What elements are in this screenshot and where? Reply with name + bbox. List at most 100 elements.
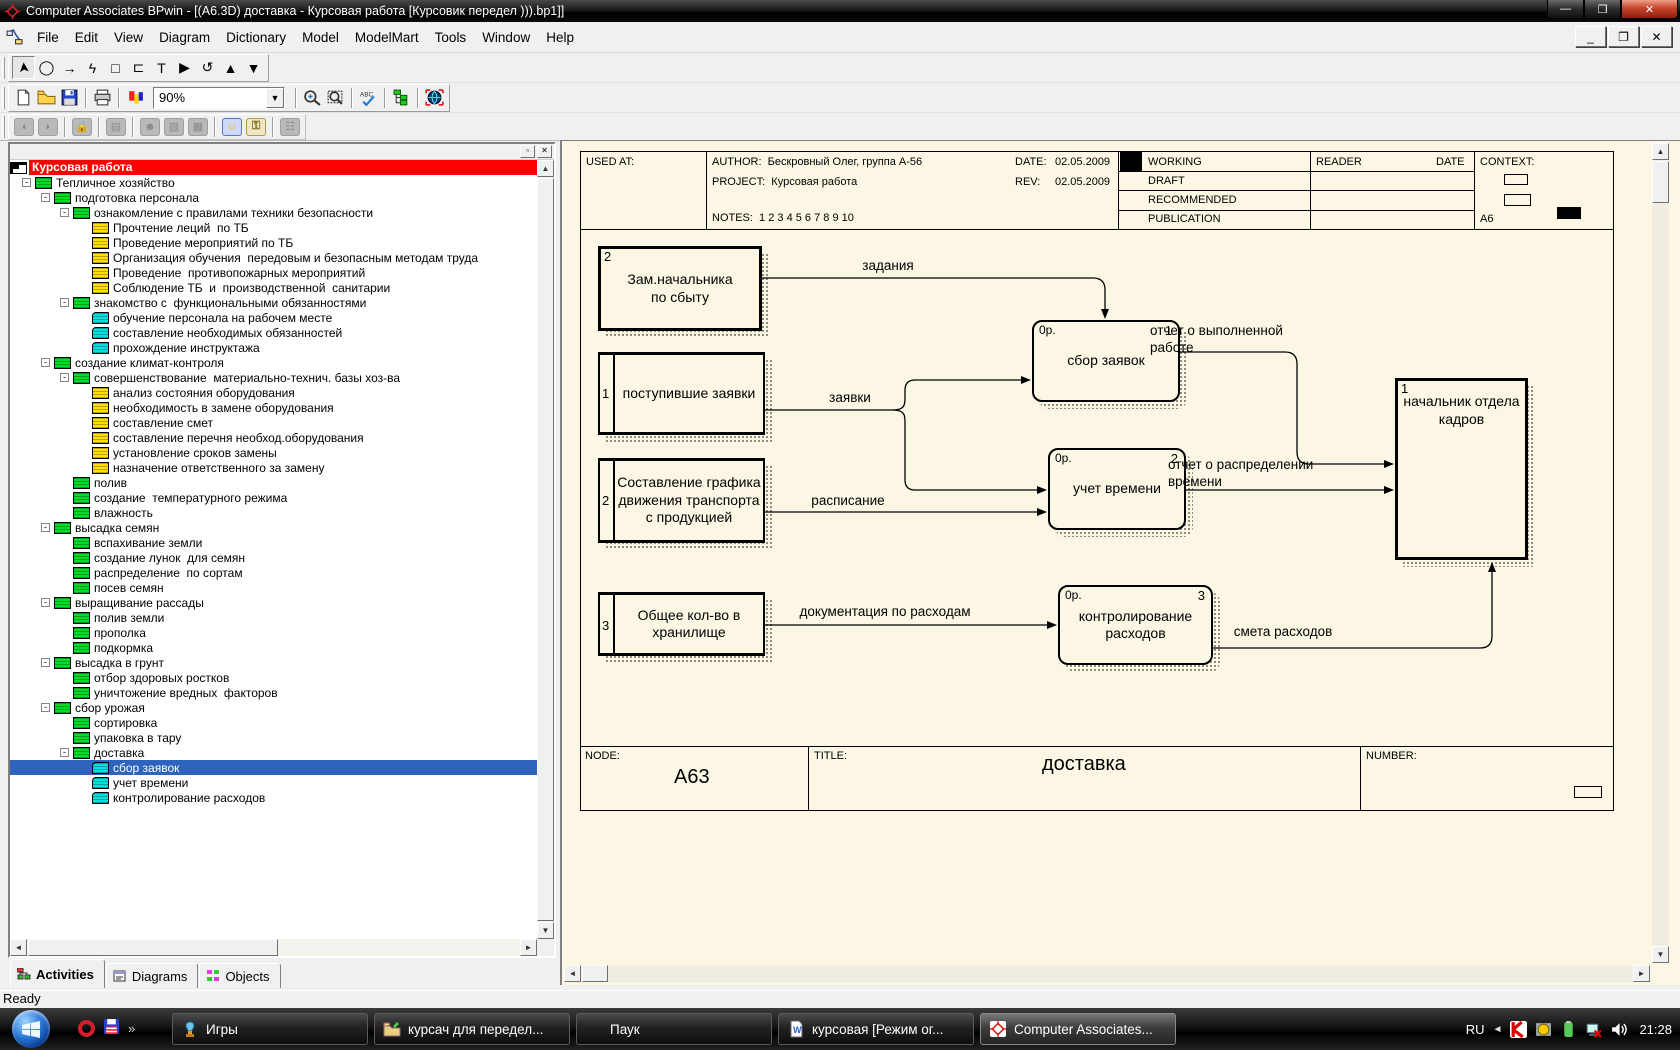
menu-file[interactable]: File bbox=[29, 27, 67, 48]
taskbar-button-1[interactable]: Игры bbox=[172, 1013, 368, 1045]
tree-item[interactable]: составление смет bbox=[10, 415, 537, 430]
tree-item[interactable]: -высадка в грунт bbox=[10, 655, 537, 670]
mart-user-icon[interactable]: ☺ bbox=[222, 118, 242, 136]
arrow-label-zayavki-main[interactable]: заявки bbox=[829, 389, 871, 406]
diagram-box-sostavlenie-grafika[interactable]: 2Составление графика движения транспорта… bbox=[598, 458, 765, 543]
diagram-box-zam-nachalnika[interactable]: 2Зам.начальника по сбыту bbox=[598, 246, 762, 331]
users-icon[interactable]: ☷ bbox=[280, 118, 300, 136]
tree-item[interactable]: -высадка семян bbox=[10, 520, 537, 535]
tree-item[interactable]: -сбор урожая bbox=[10, 700, 537, 715]
collapse-expander-icon[interactable]: - bbox=[41, 658, 50, 667]
tree-item[interactable]: контролирование расходов bbox=[10, 790, 537, 805]
tree-item[interactable]: учет времени bbox=[10, 775, 537, 790]
taskbar-button-3[interactable]: Паук bbox=[576, 1013, 772, 1045]
collapse-expander-icon[interactable]: - bbox=[60, 748, 69, 757]
tree-item[interactable]: -ознакомление с правилами техники безопа… bbox=[10, 205, 537, 220]
zoom-in-button[interactable] bbox=[301, 86, 324, 109]
scroll-left-icon[interactable]: ◄ bbox=[564, 965, 581, 982]
save-button[interactable] bbox=[58, 86, 81, 109]
toolbar-grip[interactable] bbox=[2, 87, 5, 109]
menu-help[interactable]: Help bbox=[538, 27, 582, 48]
tree-item[interactable]: Организация обучения передовым и безопас… bbox=[10, 250, 537, 265]
diagram-box-obshchee-kolvo[interactable]: 3Общее кол-во в хранилище bbox=[598, 592, 765, 656]
menu-dictionary[interactable]: Dictionary bbox=[218, 27, 294, 48]
tree-horizontal-scrollbar[interactable]: ◄ ► bbox=[10, 939, 537, 956]
floppy-launch-icon[interactable] bbox=[103, 1018, 120, 1038]
clock[interactable]: 21:28 bbox=[1639, 1022, 1672, 1037]
collapse-expander-icon[interactable]: - bbox=[41, 358, 50, 367]
collapse-expander-icon[interactable]: - bbox=[41, 193, 50, 202]
taskbar-button-2[interactable]: курсач для передел... bbox=[374, 1013, 570, 1045]
tree-item[interactable]: анализ состояния оборудования bbox=[10, 385, 537, 400]
tree-item[interactable]: Прочтение леций по ТБ bbox=[10, 220, 537, 235]
tree-item[interactable]: распределение по сортам bbox=[10, 565, 537, 580]
start-button[interactable] bbox=[12, 1010, 50, 1048]
properties-icon[interactable]: ▤ bbox=[106, 118, 126, 136]
scroll-left-icon[interactable]: ◄ bbox=[10, 939, 27, 956]
tree-item[interactable]: упаковка в тару bbox=[10, 730, 537, 745]
web-publish-button[interactable] bbox=[423, 86, 446, 109]
mdi-close-button[interactable]: ✕ bbox=[1641, 26, 1672, 47]
close-button[interactable]: ✕ bbox=[1621, 0, 1678, 19]
arrow-label-smeta[interactable]: смета расходов bbox=[1234, 623, 1333, 640]
arrow-label-otchet-rabota[interactable]: отчет о выполненной работе bbox=[1150, 322, 1283, 357]
tree-item[interactable]: создание лунок для семян bbox=[10, 550, 537, 565]
user-icon[interactable]: ☻ bbox=[140, 118, 160, 136]
opera-icon[interactable] bbox=[78, 1020, 95, 1037]
tree-item[interactable]: -создание климат-контроля bbox=[10, 355, 537, 370]
antivirus-tray-icon[interactable] bbox=[1510, 1021, 1527, 1038]
zoom-area-button[interactable] bbox=[324, 86, 347, 109]
arrow-tool[interactable]: → bbox=[58, 56, 81, 79]
checkin-model-icon[interactable]: ◗ bbox=[38, 118, 58, 136]
tree-item[interactable]: -знакомство с функциональными обязанност… bbox=[10, 295, 537, 310]
mdi-restore-button[interactable]: ❐ bbox=[1608, 26, 1639, 47]
minimize-button[interactable]: — bbox=[1547, 0, 1584, 19]
collapse-expander-icon[interactable]: - bbox=[41, 523, 50, 532]
tree-item[interactable]: составление перечня необход.оборудования bbox=[10, 430, 537, 445]
scheduler-tray-icon[interactable] bbox=[1535, 1021, 1552, 1038]
key-icon[interactable]: ⚿ bbox=[246, 118, 266, 136]
tree-item[interactable]: обучение персонала на рабочем месте bbox=[10, 310, 537, 325]
idef-box-tool[interactable]: ⊏ bbox=[127, 56, 150, 79]
report-icon[interactable]: ▧ bbox=[164, 118, 184, 136]
new-file-button[interactable] bbox=[12, 86, 35, 109]
tree-item[interactable]: полив земли bbox=[10, 610, 537, 625]
scroll-down-icon[interactable]: ▼ bbox=[537, 922, 554, 939]
panel-restore-icon[interactable]: ▫ bbox=[520, 145, 535, 158]
scroll-down-icon[interactable]: ▼ bbox=[1652, 946, 1669, 963]
panel-close-icon[interactable]: ✕ bbox=[537, 145, 552, 158]
collapse-expander-icon[interactable]: - bbox=[41, 703, 50, 712]
diagram-vertical-scrollbar[interactable]: ▲ ▼ bbox=[1652, 143, 1669, 963]
tree-item[interactable]: составление необходимых обязанностей bbox=[10, 325, 537, 340]
mdi-minimize-button[interactable]: _ bbox=[1575, 26, 1606, 47]
zoom-combobox[interactable]: 90% ▼ bbox=[153, 87, 285, 109]
collapse-expander-icon[interactable]: - bbox=[60, 373, 69, 382]
menu-window[interactable]: Window bbox=[474, 27, 538, 48]
menu-edit[interactable]: Edit bbox=[67, 27, 106, 48]
tree-item[interactable]: назначение ответственного за замену bbox=[10, 460, 537, 475]
tree-item[interactable]: -совершенствование материально-технич. б… bbox=[10, 370, 537, 385]
tree-item[interactable]: отбор здоровых ростков bbox=[10, 670, 537, 685]
open-file-button[interactable] bbox=[35, 86, 58, 109]
diagram-box-uchet-vremeni[interactable]: 0р.2учет времени bbox=[1048, 448, 1186, 530]
quicklaunch-overflow-icon[interactable]: » bbox=[128, 1021, 135, 1036]
menu-tools[interactable]: Tools bbox=[427, 27, 475, 48]
tree-item[interactable]: установление сроков замены bbox=[10, 445, 537, 460]
tab-objects[interactable]: Objects bbox=[199, 963, 280, 988]
tree-item[interactable]: необходимость в замене оборудования bbox=[10, 400, 537, 415]
squiggle-arrow-tool[interactable]: ϟ bbox=[81, 56, 104, 79]
scroll-up-icon[interactable]: ▲ bbox=[1652, 143, 1669, 160]
tree-item[interactable]: -выращивание рассады bbox=[10, 595, 537, 610]
collapse-expander-icon[interactable]: - bbox=[60, 208, 69, 217]
diagram-box-nachalnik-otdela-kadrov[interactable]: 1начальник отдела кадров bbox=[1395, 378, 1528, 560]
menu-model[interactable]: Model bbox=[294, 27, 347, 48]
tray-expand-icon[interactable]: ◄ bbox=[1493, 1024, 1503, 1035]
tree-item[interactable]: сбор заявок bbox=[10, 760, 537, 775]
menu-view[interactable]: View bbox=[106, 27, 151, 48]
go-down-tool[interactable]: ▼ bbox=[242, 56, 265, 79]
toolbar-grip[interactable] bbox=[2, 116, 5, 138]
tree-root-item[interactable]: Курсовая работа bbox=[10, 160, 537, 175]
checkout-model-icon[interactable]: ◖ bbox=[14, 118, 34, 136]
zoom-dropdown-arrow[interactable]: ▼ bbox=[266, 88, 284, 108]
diagram-box-postupivshie-zayavki[interactable]: 1поступившие заявки bbox=[598, 352, 765, 435]
